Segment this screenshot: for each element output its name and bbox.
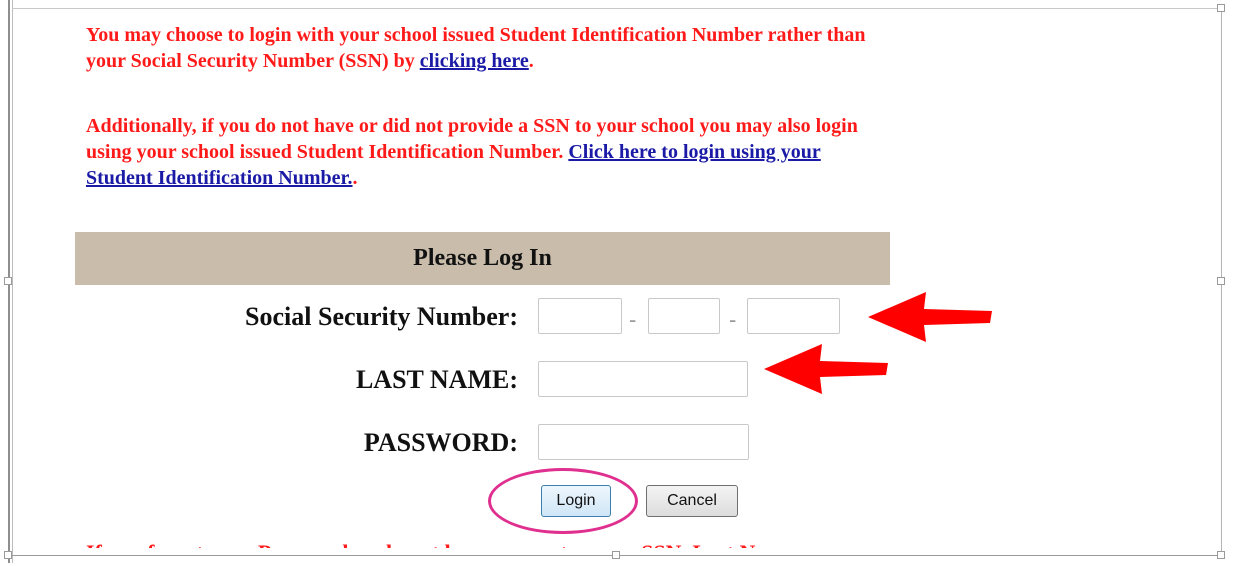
frame-border-left-inner xyxy=(12,0,13,563)
ssn-field-part1[interactable] xyxy=(538,298,622,334)
resize-handle-right[interactable] xyxy=(1217,277,1225,285)
login-header: Please Log In xyxy=(75,232,890,285)
ssn-label: Social Security Number: xyxy=(245,302,518,331)
ssn-field-part2[interactable] xyxy=(648,298,720,334)
last-name-field[interactable] xyxy=(538,361,748,397)
resize-handle-left[interactable] xyxy=(4,277,12,285)
cancel-button[interactable]: Cancel xyxy=(646,485,738,517)
resize-handle-bottom-right[interactable] xyxy=(1217,551,1225,559)
ssn-separator: - xyxy=(729,307,737,332)
red-arrow-icon xyxy=(764,344,888,394)
password-field[interactable] xyxy=(538,424,749,460)
frame-border-top xyxy=(12,8,1222,9)
forgot-password-notice: If you forget your Password or do not ha… xyxy=(86,540,795,565)
no-ssn-notice: Additionally, if you do not have or did … xyxy=(86,113,886,191)
notice-end-1: . xyxy=(528,50,534,72)
ssn-separator: - xyxy=(629,307,637,332)
sid-login-notice: You may choose to login with your school… xyxy=(86,22,886,74)
login-button[interactable]: Login xyxy=(541,485,611,517)
resize-handle-top-right[interactable] xyxy=(1217,4,1225,12)
login-header-title: Please Log In xyxy=(413,245,552,271)
password-label: PASSWORD: xyxy=(363,428,518,457)
ssn-field-part3[interactable] xyxy=(747,298,840,334)
resize-handle-bottom[interactable] xyxy=(612,551,620,559)
resize-handle-bottom-left[interactable] xyxy=(4,551,12,559)
clicking-here-link[interactable]: clicking here xyxy=(420,50,529,72)
red-arrow-icon xyxy=(868,292,992,342)
last-name-label: LAST NAME: xyxy=(355,365,518,394)
notice-end-2: . xyxy=(352,167,358,189)
